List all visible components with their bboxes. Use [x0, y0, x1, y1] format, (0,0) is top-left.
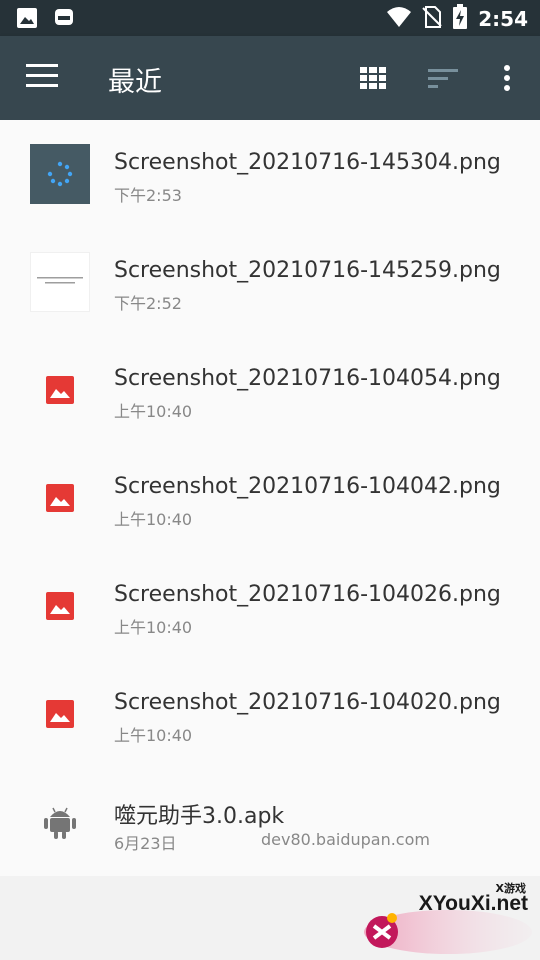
file-name: Screenshot_20210716-145259.png: [114, 258, 501, 283]
list-item[interactable]: Screenshot_20210716-104054.png 上午10:40: [0, 336, 540, 444]
app-notification-icon: [54, 7, 74, 33]
list-item[interactable]: Screenshot_20210716-104020.png 上午10:40: [0, 660, 540, 768]
page-title: 最近: [108, 67, 162, 98]
file-name: Screenshot_20210716-104026.png: [114, 582, 501, 607]
file-time: 上午10:40: [114, 402, 193, 421]
file-name: Screenshot_20210716-145304.png: [114, 150, 501, 175]
file-time: 上午10:40: [114, 726, 193, 745]
image-icon: [46, 484, 74, 512]
file-time: 下午2:52: [114, 294, 182, 313]
list-item[interactable]: Screenshot_20210716-145304.png 下午2:53: [0, 120, 540, 228]
text-screenshot-thumbnail: [30, 252, 90, 312]
loading-screenshot-thumbnail: [30, 144, 90, 204]
file-name: Screenshot_20210716-104054.png: [114, 366, 501, 391]
more-vert-icon[interactable]: [500, 64, 514, 92]
file-name: Screenshot_20210716-104020.png: [114, 690, 501, 715]
image-icon: [46, 700, 74, 728]
status-bar: 2:54: [0, 0, 540, 36]
file-time: 上午10:40: [114, 510, 193, 529]
image-notification-icon: [16, 7, 38, 33]
status-time: 2:54: [478, 7, 528, 31]
watermark-text: XYouXi.net: [418, 892, 528, 915]
wifi-icon: [386, 6, 412, 32]
hamburger-icon[interactable]: [26, 64, 58, 92]
list-item[interactable]: Screenshot_20210716-104042.png 上午10:40: [0, 444, 540, 552]
file-time: 上午10:40: [114, 618, 193, 637]
file-date: 6月23日: [114, 834, 177, 853]
image-icon: [46, 376, 74, 404]
file-source: dev80.baidupan.com: [261, 830, 430, 849]
android-icon: [44, 805, 76, 839]
list-item[interactable]: 噬元助手3.0.apk 6月23日 dev80.baidupan.com: [0, 768, 540, 876]
battery-charging-icon: [452, 4, 468, 34]
file-name: Screenshot_20210716-104042.png: [114, 474, 501, 499]
image-icon: [46, 592, 74, 620]
bottom-area: X游戏 XYouXi.net: [0, 876, 540, 960]
file-time: 下午2:53: [114, 186, 182, 205]
list-item[interactable]: Screenshot_20210716-104026.png 上午10:40: [0, 552, 540, 660]
list-item[interactable]: Screenshot_20210716-145259.png 下午2:52: [0, 228, 540, 336]
grid-view-icon[interactable]: [360, 67, 386, 89]
recent-files-list: Screenshot_20210716-145304.png 下午2:53 Sc…: [0, 120, 540, 876]
sort-icon[interactable]: [428, 66, 458, 90]
file-name: 噬元助手3.0.apk: [114, 804, 285, 829]
app-toolbar: 最近: [0, 36, 540, 120]
no-sim-icon: [422, 6, 442, 32]
